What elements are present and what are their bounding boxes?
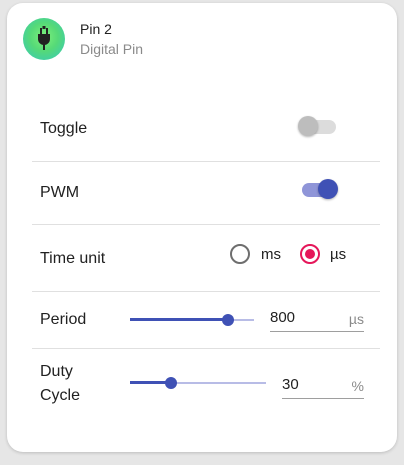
time-unit-label: Time unit — [40, 250, 106, 267]
pwm-label: PWM — [40, 184, 80, 201]
toggle-switch[interactable] — [298, 115, 338, 137]
period-label: Period — [40, 311, 87, 328]
toggle-label: Toggle — [40, 120, 88, 137]
duty-field: % — [282, 374, 364, 399]
pwm-switch-thumb — [318, 179, 338, 199]
toggle-switch-thumb — [298, 116, 318, 136]
radio-ms[interactable] — [230, 244, 250, 264]
plug-icon — [38, 26, 50, 50]
radio-us[interactable] — [300, 244, 320, 264]
pwm-row: PWM — [32, 162, 380, 225]
time-unit-row: Time unit ms µs — [32, 225, 380, 292]
duty-input[interactable] — [282, 376, 342, 393]
duty-unit: % — [351, 378, 364, 394]
duty-slider[interactable] — [130, 373, 266, 393]
period-input[interactable] — [270, 309, 330, 326]
period-slider-fill — [130, 318, 228, 321]
avatar — [23, 18, 65, 60]
duty-slider-knob[interactable] — [164, 377, 177, 389]
pin-card: Pin 2 Digital Pin Toggle PWM Time unit m… — [7, 3, 397, 452]
duty-label-line1: Duty — [40, 363, 73, 380]
period-slider-knob[interactable] — [221, 314, 234, 326]
pin-subtitle: Digital Pin — [80, 41, 144, 57]
period-slider[interactable] — [130, 310, 254, 330]
duty-cycle-row: Duty Cycle % — [32, 349, 380, 429]
duty-label-line2: Cycle — [40, 387, 81, 404]
pwm-switch[interactable] — [298, 178, 338, 200]
period-unit: µs — [348, 311, 364, 327]
radio-ms-label[interactable]: ms — [261, 246, 281, 263]
card-header: Pin 2 Digital Pin — [23, 18, 381, 62]
period-field: µs — [270, 307, 364, 332]
toggle-row: Toggle — [32, 95, 380, 162]
period-row: Period µs — [32, 292, 380, 349]
radio-us-label[interactable]: µs — [330, 246, 346, 263]
radio-us-dot — [305, 249, 315, 259]
pin-title: Pin 2 — [80, 21, 112, 37]
